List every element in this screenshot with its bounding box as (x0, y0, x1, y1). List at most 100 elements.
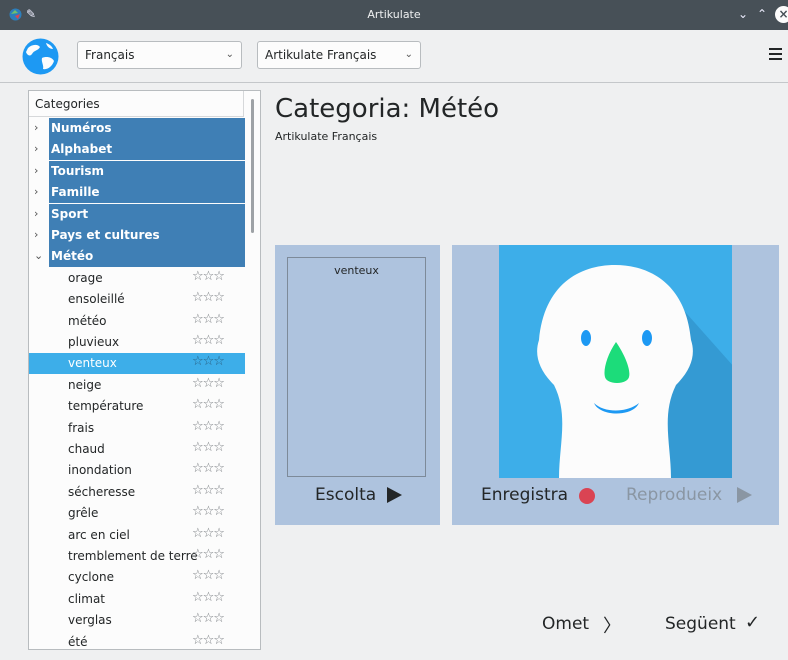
chevron-right-icon[interactable]: › (34, 164, 44, 177)
word-label: climat (68, 591, 106, 606)
star-rating-icon: ☆☆☆ (192, 311, 225, 327)
word-item[interactable]: été ☆☆☆ (29, 632, 245, 649)
current-word: venteux (334, 264, 379, 277)
speaker-image (499, 245, 732, 478)
checkmark-icon[interactable]: ✓ (745, 612, 760, 633)
category-item[interactable]: › Tourism (29, 160, 245, 182)
word-label: orage (68, 270, 103, 285)
word-label: grêle (68, 506, 99, 521)
word-item[interactable]: verglas ☆☆☆ (29, 610, 245, 631)
word-item[interactable]: chaud ☆☆☆ (29, 439, 245, 460)
star-rating-icon: ☆☆☆ (192, 333, 225, 348)
category-item[interactable]: › Sport (29, 203, 245, 225)
record-button[interactable]: Enregistra (481, 485, 568, 505)
menu-icon[interactable] (769, 48, 782, 60)
word-item[interactable]: cyclone ☆☆☆ (29, 567, 245, 588)
window-titlebar: ✎ Artikulate ⌄ ⌃ × (0, 0, 788, 30)
word-label: inondation (68, 463, 132, 478)
record-icon[interactable] (579, 488, 595, 504)
chevron-right-icon[interactable]: › (34, 121, 44, 134)
word-label: neige (68, 377, 102, 392)
star-rating-icon: ☆☆☆ (192, 611, 225, 627)
category-item[interactable]: › Pays et cultures (29, 225, 245, 246)
word-label: chaud (68, 442, 105, 456)
chevron-right-icon[interactable]: › (34, 207, 44, 220)
word-item[interactable]: tremblement de terre ☆☆☆ (29, 546, 245, 567)
word-label: météo (68, 313, 107, 328)
star-rating-icon: ☆☆☆ (192, 375, 225, 391)
star-rating-icon: ☆☆☆ (192, 547, 225, 562)
next-button[interactable]: Següent (665, 614, 736, 634)
face-icon (537, 265, 732, 478)
page-subtitle: Artikulate Français (275, 130, 378, 143)
star-rating-icon: ☆☆☆ (192, 418, 225, 434)
word-item[interactable]: venteux ☆☆☆ (29, 353, 245, 375)
star-rating-icon: ☆☆☆ (192, 568, 225, 584)
star-rating-icon: ☆☆☆ (192, 397, 225, 413)
word-item[interactable]: ensoleillé ☆☆☆ (29, 289, 245, 310)
star-rating-icon: ☆☆☆ (192, 461, 225, 477)
chevron-right-icon[interactable]: › (34, 228, 44, 241)
scrollbar[interactable] (251, 99, 254, 233)
skip-button[interactable]: Omet (542, 614, 589, 634)
category-item[interactable]: › Numéros (29, 118, 245, 139)
toolbar-divider (0, 82, 788, 83)
word-item[interactable]: inondation ☆☆☆ (29, 460, 245, 481)
play-icon[interactable] (387, 487, 402, 503)
word-item[interactable]: frais ☆☆☆ (29, 418, 245, 439)
word-label: sécheresse (68, 484, 136, 499)
category-item[interactable]: › Alphabet (29, 139, 245, 161)
star-rating-icon: ☆☆☆ (192, 504, 225, 520)
word-label: cyclone (68, 570, 114, 585)
word-label: été (68, 634, 88, 649)
word-label: pluvieux (68, 335, 120, 349)
word-label: arc en ciel (68, 527, 130, 542)
language-select[interactable]: Français ⌄ (77, 41, 242, 69)
language-select-value: Français (85, 48, 135, 62)
chevron-right-icon[interactable]: › (34, 185, 44, 198)
word-item[interactable]: climat ☆☆☆ (29, 589, 245, 610)
chevron-right-icon[interactable]: 〉 (603, 612, 621, 638)
chevron-right-icon[interactable]: › (34, 142, 44, 155)
page-title: Categoria: Météo (275, 94, 500, 124)
word-item[interactable]: neige ☆☆☆ (29, 375, 245, 396)
star-rating-icon: ☆☆☆ (192, 440, 225, 455)
listen-panel: venteux Escolta (275, 245, 440, 525)
category-item[interactable]: ⌄ Météo (29, 246, 245, 268)
category-label: Alphabet (51, 142, 113, 157)
star-rating-icon: ☆☆☆ (192, 525, 225, 541)
course-select[interactable]: Artikulate Français ⌄ (257, 41, 421, 69)
header-divider (29, 116, 243, 117)
word-item[interactable]: sécheresse ☆☆☆ (29, 482, 245, 503)
word-label: ensoleillé (68, 292, 125, 307)
category-item[interactable]: › Famille (29, 182, 245, 204)
word-item[interactable]: météo ☆☆☆ (29, 311, 245, 332)
word-item[interactable]: température ☆☆☆ (29, 396, 245, 417)
category-label: Pays et cultures (51, 228, 160, 242)
listen-button[interactable]: Escolta (315, 485, 376, 505)
word-display: venteux (287, 257, 426, 477)
replay-button[interactable]: Reprodueix (626, 485, 722, 505)
word-label: température (68, 399, 144, 414)
category-label: Tourism (51, 163, 105, 178)
word-item[interactable]: orage ☆☆☆ (29, 268, 245, 289)
star-rating-icon: ☆☆☆ (192, 632, 225, 648)
chevron-down-icon[interactable]: ⌄ (34, 249, 44, 262)
word-item[interactable]: grêle ☆☆☆ (29, 503, 245, 524)
record-panel: Enregistra Reprodueix (452, 245, 779, 525)
word-label: tremblement de terre (68, 549, 198, 563)
category-label: Famille (51, 185, 100, 200)
toolbar: Français ⌄ Artikulate Français ⌄ (0, 30, 788, 82)
replay-play-icon[interactable] (737, 487, 752, 503)
word-label: verglas (68, 613, 112, 628)
minimize-icon[interactable]: ⌄ (738, 7, 748, 21)
chevron-down-icon: ⌄ (225, 49, 234, 60)
header-column-divider (243, 91, 244, 117)
word-item[interactable]: arc en ciel ☆☆☆ (29, 525, 245, 546)
window-title: Artikulate (367, 8, 421, 21)
word-item[interactable]: pluvieux ☆☆☆ (29, 332, 245, 353)
close-icon[interactable]: × (775, 6, 788, 23)
category-label: Numéros (51, 121, 112, 135)
maximize-icon[interactable]: ⌃ (757, 7, 767, 21)
star-rating-icon: ☆☆☆ (192, 482, 225, 498)
